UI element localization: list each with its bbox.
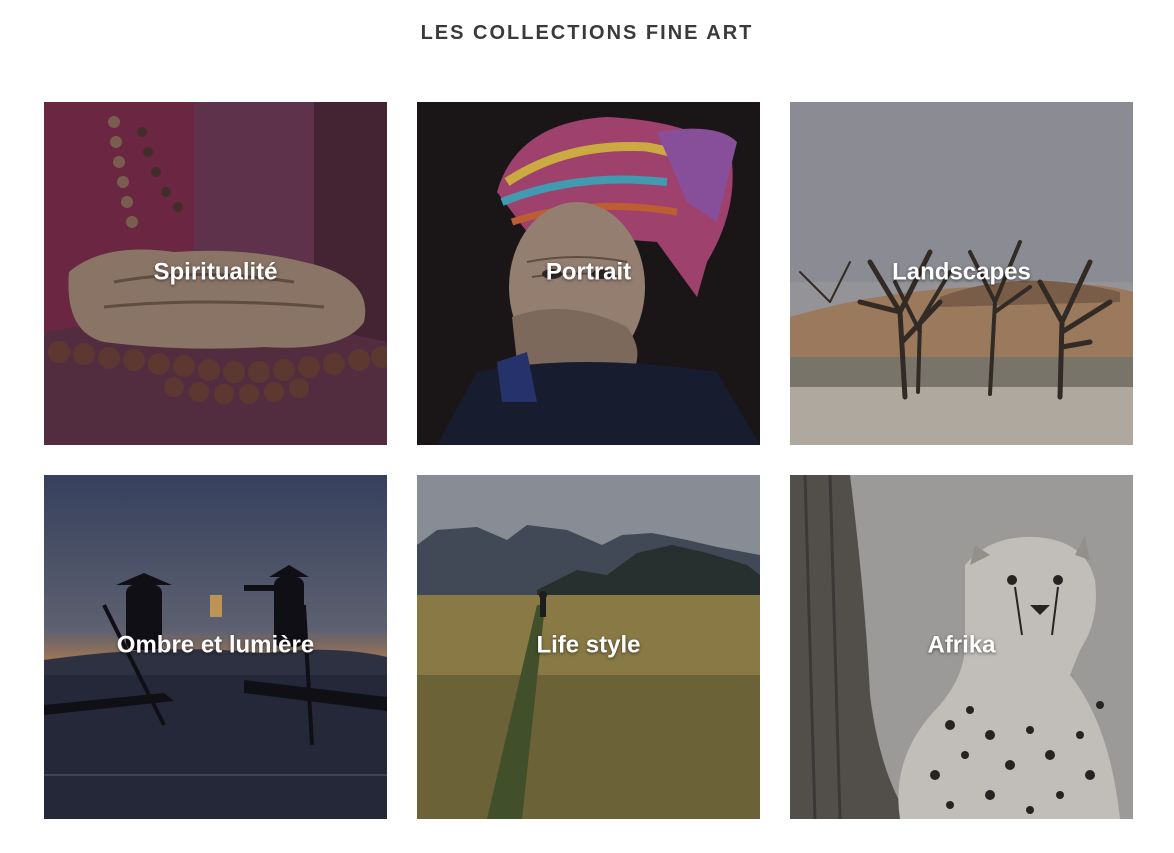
collection-tile-life-style[interactable]: Life style: [417, 475, 760, 819]
collection-label: Afrika: [927, 631, 996, 659]
collection-label: Landscapes: [892, 257, 1031, 285]
collection-label: Life style: [536, 631, 641, 659]
collection-label: Ombre et lumière: [116, 631, 315, 659]
collections-grid: Spiritualité Portrait Landscapes Ombre e…: [44, 102, 1133, 819]
collection-tile-afrika[interactable]: Afrika: [790, 475, 1133, 819]
collection-tile-ombre-et-lumiere[interactable]: Ombre et lumière: [44, 475, 387, 819]
collection-label: Spiritualité: [153, 257, 278, 285]
collection-label: Portrait: [545, 257, 632, 285]
collection-tile-portrait[interactable]: Portrait: [417, 102, 760, 445]
page: LES COLLECTIONS FINE ART Spiritualité Po…: [0, 0, 1174, 853]
collection-tile-landscapes[interactable]: Landscapes: [790, 102, 1133, 445]
page-title: LES COLLECTIONS FINE ART: [420, 22, 754, 44]
collection-tile-spiritualite[interactable]: Spiritualité: [44, 102, 387, 445]
